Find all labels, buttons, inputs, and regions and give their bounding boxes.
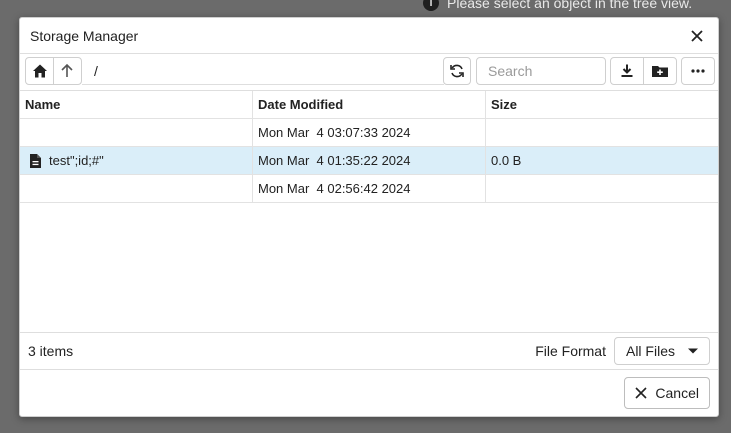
file-name: test";id;#" (49, 153, 104, 168)
file-format-label: File Format (535, 343, 606, 359)
close-button[interactable] (686, 25, 708, 47)
item-count: 3 items (28, 343, 74, 359)
parent-folder-button[interactable] (54, 58, 81, 84)
download-button[interactable] (611, 58, 643, 84)
storage-manager-dialog: Storage Manager / Search Name Date Modif… (19, 17, 719, 417)
date-modified-cell: Mon Mar 4 03:07:33 2024 (253, 119, 486, 146)
home-icon (32, 64, 47, 78)
cancel-button[interactable]: Cancel (624, 377, 710, 409)
search-input[interactable] (476, 57, 606, 85)
file-format-value: All Files (625, 343, 675, 359)
info-icon: i (423, 0, 439, 11)
column-header-date-modified[interactable]: Date Modified (253, 91, 486, 118)
size-cell: 0.0 B (491, 153, 522, 168)
table-row[interactable]: test";id;#" Mon Mar 4 01:35:22 2024 0.0 … (20, 147, 718, 175)
dialog-footer: Cancel (20, 370, 718, 416)
table-row[interactable]: Mon Mar 4 02:56:42 2024 (20, 175, 718, 203)
file-format-select[interactable]: All Files (613, 337, 710, 365)
column-header-name[interactable]: Name (20, 91, 253, 118)
chevron-down-icon (688, 348, 698, 354)
toolbar (25, 57, 715, 87)
background-message: i Please select an object in the tree vi… (423, 0, 692, 12)
folder-plus-icon (651, 66, 668, 77)
refresh-button-wrapper (443, 57, 471, 85)
size-cell (486, 175, 718, 202)
more-horizontal-icon (691, 69, 705, 73)
table-header: Name Date Modified Size (20, 91, 718, 119)
refresh-icon (450, 64, 464, 78)
dialog-titlebar: Storage Manager (20, 18, 718, 54)
path-input[interactable] (82, 57, 444, 85)
close-icon (691, 29, 703, 42)
status-bar: 3 items File Format All Files (20, 332, 718, 370)
table-row[interactable]: Mon Mar 4 03:07:33 2024 (20, 119, 718, 147)
background-message-text: Please select an object in the tree view… (447, 0, 693, 11)
download-icon (621, 64, 633, 77)
home-button[interactable] (26, 58, 53, 84)
more-options-button[interactable] (682, 58, 714, 84)
more-button-wrapper (681, 57, 715, 85)
nav-button-group (25, 57, 82, 85)
new-folder-button[interactable] (644, 58, 677, 84)
date-modified-cell: Mon Mar 4 01:35:22 2024 (253, 147, 486, 174)
file-name-cell (20, 175, 253, 202)
column-header-size[interactable]: Size (486, 91, 718, 118)
size-cell (486, 119, 718, 146)
date-modified-cell: Mon Mar 4 02:56:42 2024 (253, 175, 486, 202)
cancel-label: Cancel (655, 385, 699, 401)
file-table: Name Date Modified Size Mon Mar 4 03:07:… (20, 90, 718, 332)
dialog-title: Storage Manager (30, 27, 139, 44)
refresh-button[interactable] (444, 58, 470, 84)
file-name-cell: test";id;#" (20, 147, 253, 174)
file-icon (30, 153, 41, 168)
file-format-control: File Format All Files (535, 337, 710, 365)
file-actions-group (610, 57, 677, 85)
file-name-cell (20, 119, 253, 146)
arrow-up-icon (61, 63, 74, 77)
close-icon (635, 387, 647, 399)
